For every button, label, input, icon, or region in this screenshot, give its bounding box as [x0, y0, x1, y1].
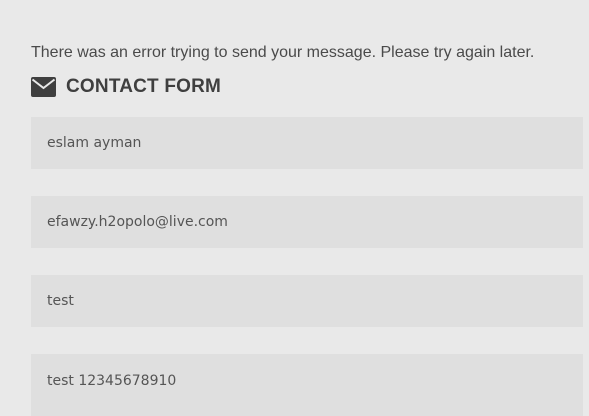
email-field[interactable]: efawzy.h2opolo@live.com	[31, 196, 583, 248]
name-field[interactable]: eslam ayman	[31, 117, 583, 169]
form-title: CONTACT FORM	[66, 76, 222, 97]
form-header: CONTACT FORM	[31, 74, 221, 100]
contact-page: There was an error trying to send your m…	[0, 0, 589, 416]
message-field[interactable]: test 12345678910	[31, 354, 583, 416]
error-message: There was an error trying to send your m…	[31, 44, 535, 61]
subject-field[interactable]: test	[31, 275, 583, 327]
envelope-icon	[31, 77, 56, 97]
